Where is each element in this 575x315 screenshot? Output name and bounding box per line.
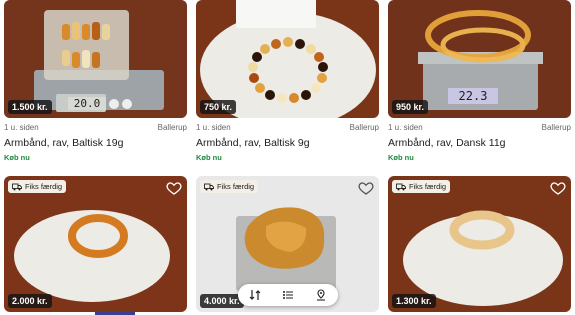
- list-icon: [282, 291, 293, 299]
- listing-location: Ballerup: [157, 123, 187, 132]
- listing-price: 950 kr.: [392, 100, 429, 114]
- listing-time: 1 u. siden: [388, 123, 423, 132]
- listing-time: 1 u. siden: [4, 123, 39, 132]
- listing-price: 2.000 kr.: [8, 294, 52, 308]
- listing-card-3[interactable]: 950 kr. 22.3 1 u. siden Ballerup Armbånd…: [388, 0, 571, 170]
- sort-icon: [249, 290, 261, 300]
- truck-icon: [12, 183, 22, 190]
- listing-price: 750 kr.: [200, 100, 237, 114]
- sort-button[interactable]: [247, 287, 263, 303]
- listing-card-6[interactable]: Fiks færdig 1.300 kr.: [388, 176, 571, 312]
- fiks-faerdig-badge: Fiks færdig: [392, 180, 451, 193]
- list-view-button[interactable]: [280, 287, 296, 303]
- buy-now-label: Køb nu: [4, 153, 30, 162]
- listing-card-4[interactable]: Fiks færdig 2.000 kr.: [4, 176, 187, 312]
- listing-price: 4.000 kr.: [200, 294, 244, 308]
- scale-display: 22.3: [448, 88, 498, 104]
- listing-image-4[interactable]: Fiks færdig 2.000 kr.: [4, 176, 187, 312]
- floating-toolbar: [238, 284, 338, 306]
- scale-display: 20.0: [68, 97, 106, 110]
- listing-image-3[interactable]: 950 kr. 22.3: [388, 0, 571, 118]
- listing-image-2[interactable]: 750 kr.: [196, 0, 379, 118]
- heart-icon[interactable]: [358, 180, 374, 196]
- truck-icon: [396, 183, 406, 190]
- badge-label: Fiks færdig: [409, 182, 447, 191]
- listing-price: 1.300 kr.: [392, 294, 436, 308]
- map-view-button[interactable]: [313, 287, 329, 303]
- listing-title[interactable]: Armbånd, rav, Dansk 11g: [388, 137, 506, 149]
- fiks-faerdig-badge: Fiks færdig: [200, 180, 259, 193]
- buy-now-label: Køb nu: [388, 153, 414, 162]
- map-pin-icon: [317, 289, 326, 301]
- badge-label: Fiks færdig: [217, 182, 255, 191]
- listing-price: 1.500 kr.: [8, 100, 52, 114]
- listing-location: Ballerup: [541, 123, 571, 132]
- buy-now-label: Køb nu: [196, 153, 222, 162]
- listing-card-1[interactable]: 1.500 kr. 20.0 1 u. siden Ballerup Armbå…: [4, 0, 187, 170]
- listing-time: 1 u. siden: [196, 123, 231, 132]
- heart-icon[interactable]: [166, 180, 182, 196]
- fiks-faerdig-badge: Fiks færdig: [8, 180, 67, 193]
- listing-card-2[interactable]: 750 kr. 1 u. siden Ballerup Armbånd, rav…: [196, 0, 379, 170]
- truck-icon: [204, 183, 214, 190]
- heart-icon[interactable]: [550, 180, 566, 196]
- badge-label: Fiks færdig: [25, 182, 63, 191]
- listing-image-1[interactable]: 1.500 kr. 20.0: [4, 0, 187, 118]
- listing-title[interactable]: Armbånd, rav, Baltisk 19g: [4, 137, 123, 149]
- listing-title[interactable]: Armbånd, rav, Baltisk 9g: [196, 137, 310, 149]
- listing-location: Ballerup: [349, 123, 379, 132]
- listing-image-6[interactable]: Fiks færdig 1.300 kr.: [388, 176, 571, 312]
